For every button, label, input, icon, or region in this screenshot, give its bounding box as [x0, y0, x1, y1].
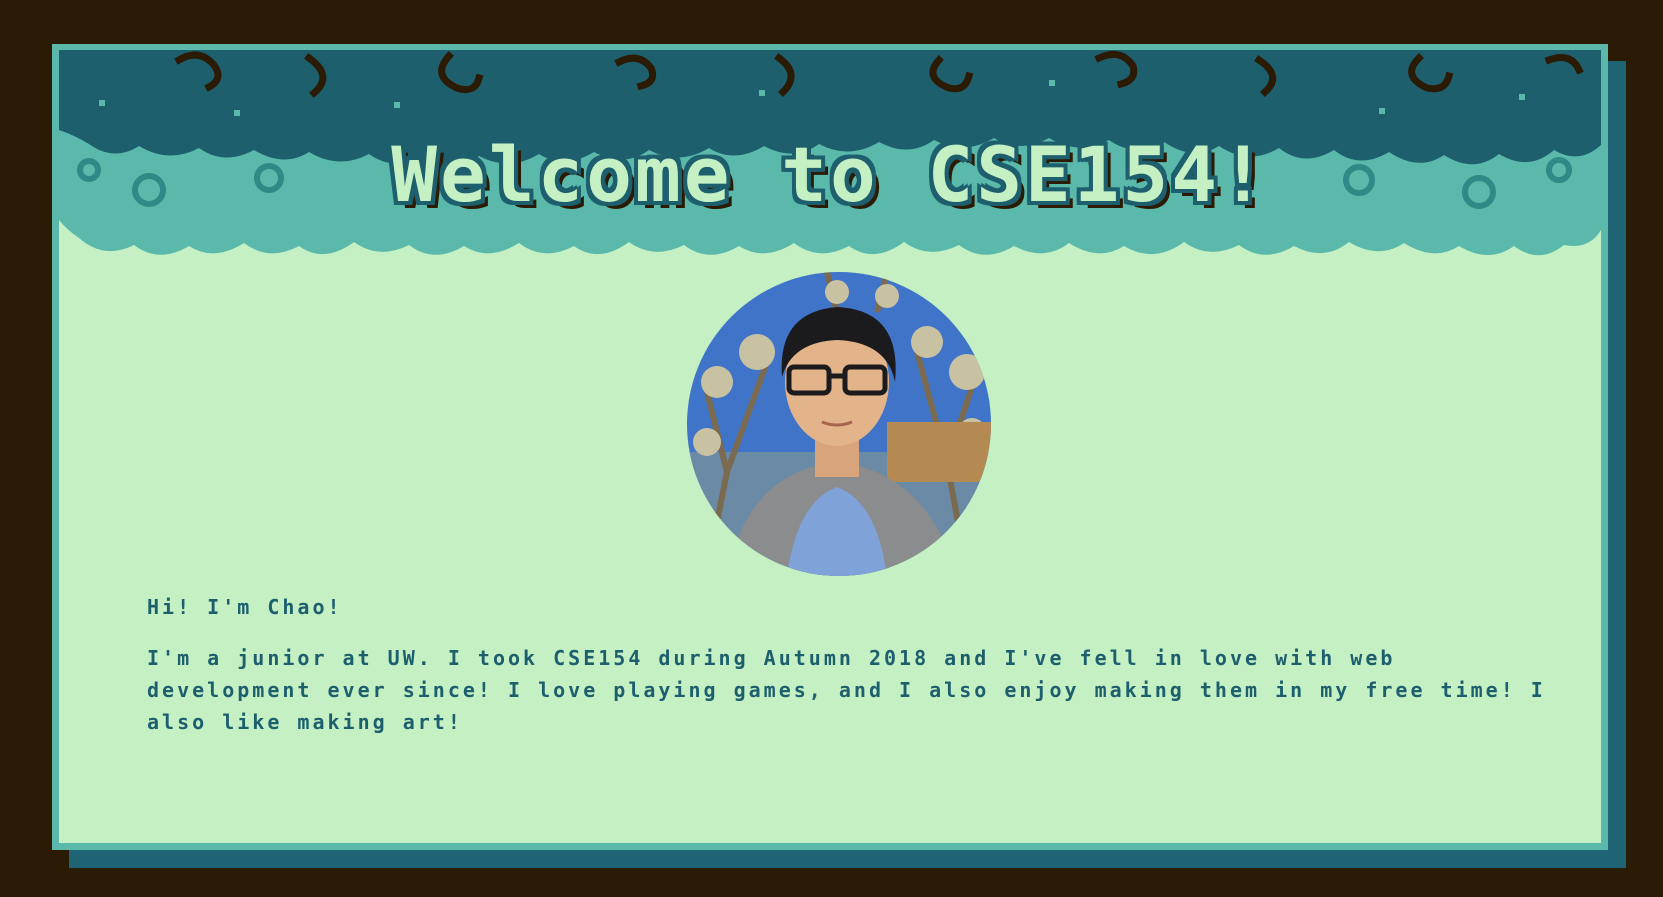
profile-photo	[687, 272, 991, 576]
bio-paragraph: I'm a junior at UW. I took CSE154 during…	[147, 646, 1546, 734]
page-title: Welcome to CSE154!	[391, 130, 1269, 219]
content-card: Welcome to CSE154! Hi! I'm Chao! I'm a j…	[52, 44, 1608, 850]
greeting-text: Hi! I'm Chao!	[147, 595, 343, 619]
person-photo-illustration	[687, 272, 991, 576]
header-banner: Welcome to CSE154!	[59, 50, 1601, 280]
